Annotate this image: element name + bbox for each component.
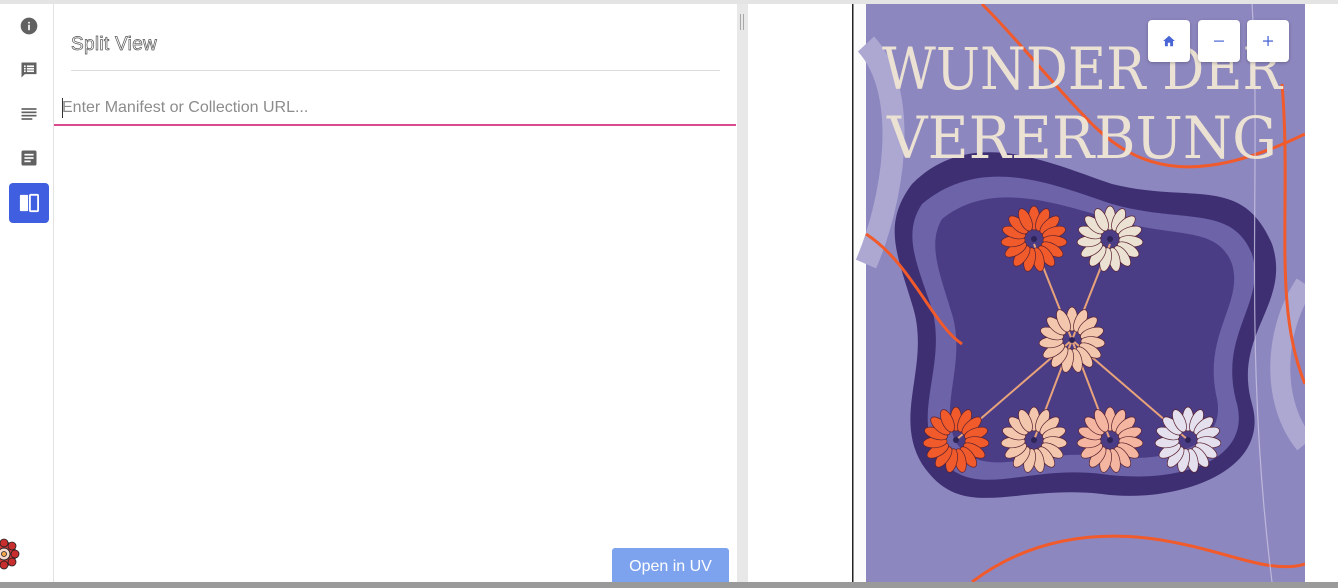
sidebar (0, 4, 54, 582)
image-viewer[interactable]: WUNDER DER VERERBUNG (748, 4, 1338, 582)
app-logo-icon (0, 538, 20, 570)
article-icon (21, 150, 37, 166)
info-icon (20, 17, 38, 35)
text-caret (62, 98, 63, 118)
home-icon (1163, 35, 1175, 47)
plus-icon (1263, 36, 1273, 46)
panel-splitter[interactable] (737, 4, 748, 582)
feedback-icon (21, 62, 37, 78)
cover-title-line2: VERERBUNG (886, 104, 1277, 172)
book-cover-image: WUNDER DER VERERBUNG (852, 4, 1305, 582)
open-in-uv-button[interactable]: Open in UV (612, 548, 729, 586)
sidebar-item-text[interactable] (9, 94, 49, 134)
zoom-out-button[interactable] (1198, 20, 1240, 62)
panel-title: Split View (71, 34, 158, 56)
title-divider (71, 70, 720, 71)
split-view-panel: Split View Open in UV (54, 4, 737, 586)
sidebar-item-info[interactable] (9, 6, 49, 46)
home-button[interactable] (1148, 20, 1190, 62)
manifest-url-input[interactable] (54, 92, 736, 126)
minus-icon (1214, 40, 1224, 42)
subject-icon (21, 108, 37, 120)
sidebar-item-split-view[interactable] (9, 183, 49, 223)
sidebar-item-feedback[interactable] (9, 50, 49, 90)
sidebar-item-document[interactable] (9, 138, 49, 178)
splitter-grip (740, 14, 741, 30)
zoom-in-button[interactable] (1247, 20, 1289, 62)
split-view-icon (19, 193, 39, 213)
window-bottom-border (0, 582, 1338, 588)
